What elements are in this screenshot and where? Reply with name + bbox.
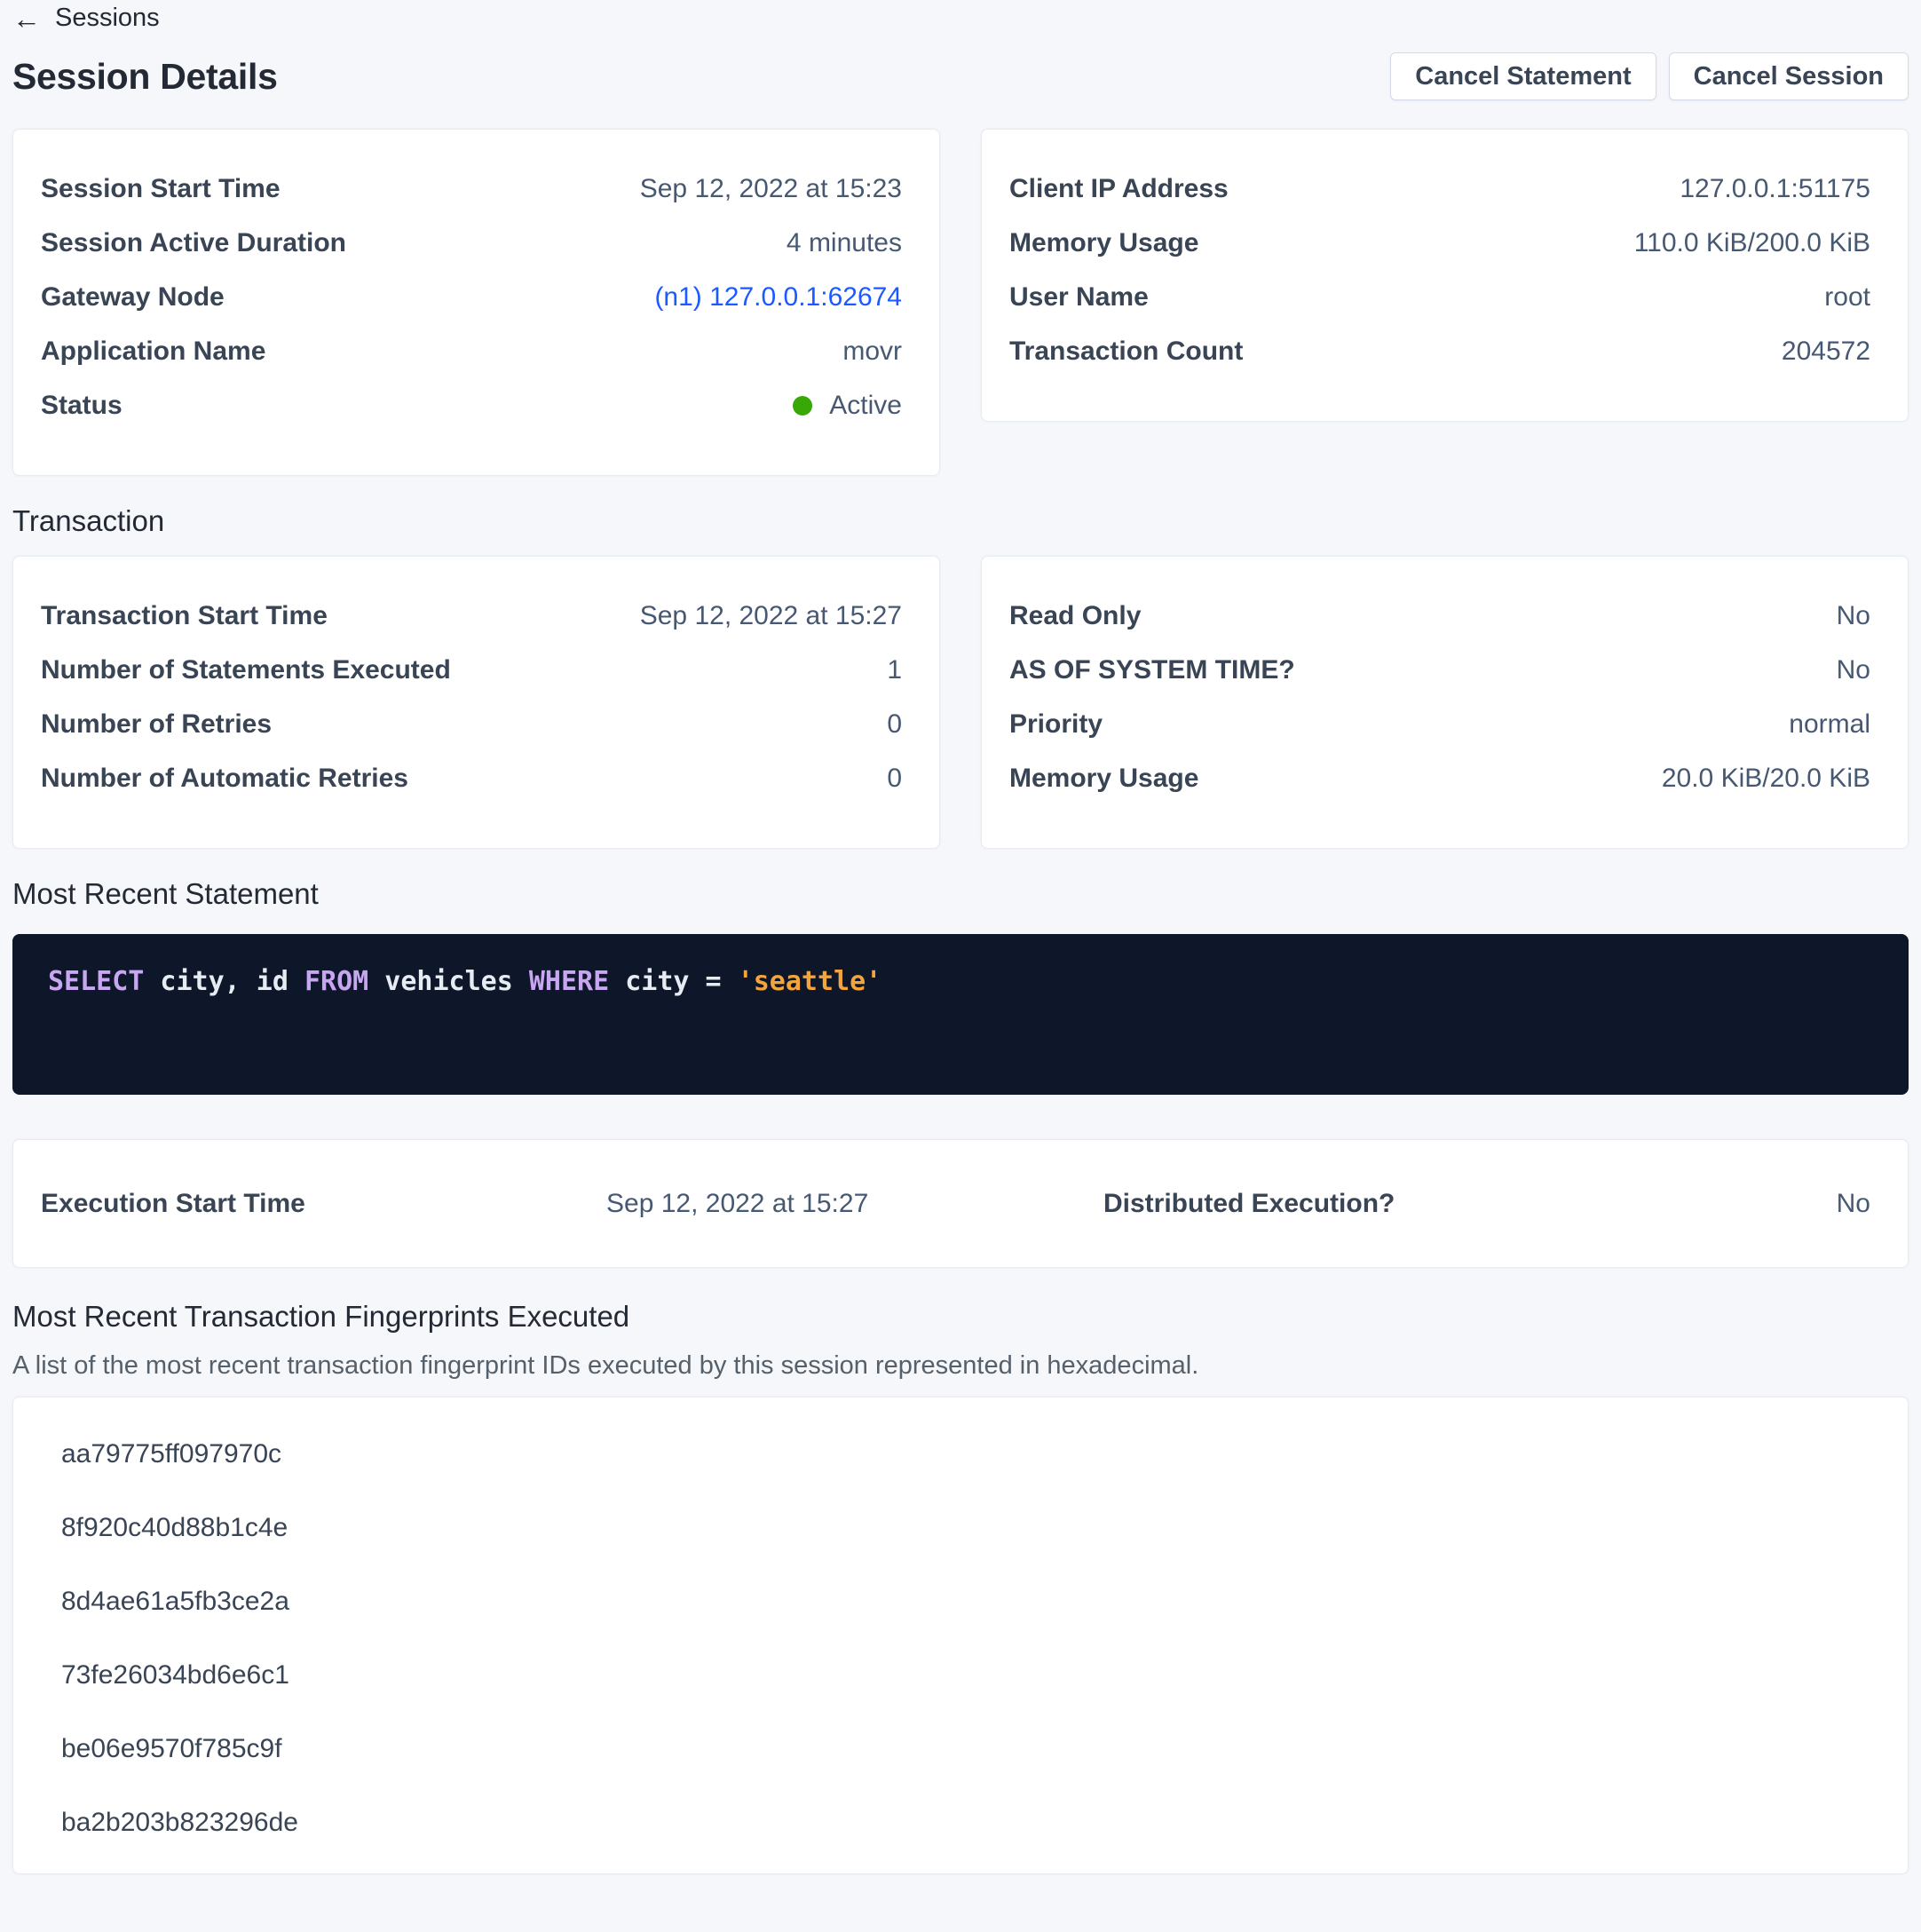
gateway-node-link[interactable]: (n1) 127.0.0.1:62674 (654, 282, 902, 313)
row-value: Sep 12, 2022 at 15:23 (640, 174, 902, 204)
session-active-duration-row: Session Active Duration 4 minutes (41, 216, 902, 270)
execution-start-time-value: Sep 12, 2022 at 15:27 (606, 1189, 1103, 1219)
sql-text: city, id (144, 966, 304, 997)
row-value: movr (842, 337, 902, 367)
txn-memory-usage-row: Memory Usage 20.0 KiB/20.0 KiB (1009, 751, 1870, 805)
row-value: 20.0 KiB/20.0 KiB (1662, 764, 1870, 794)
row-value: 4 minutes (787, 228, 902, 258)
session-details-page: ← Sessions Session Details Cancel Statem… (0, 0, 1921, 1874)
transaction-card-right: Read Only No AS OF SYSTEM TIME? No Prior… (981, 556, 1909, 849)
fingerprints-card: aa79775ff097970c 8f920c40d88b1c4e 8d4ae6… (12, 1397, 1909, 1874)
statements-executed-row: Number of Statements Executed 1 (41, 643, 902, 697)
fingerprint-item: aa79775ff097970c (13, 1417, 1908, 1491)
read-only-row: Read Only No (1009, 589, 1870, 643)
row-value: normal (1789, 709, 1870, 740)
fingerprints-subtitle: A list of the most recent transaction fi… (12, 1351, 1909, 1381)
row-label: Priority (1009, 709, 1103, 740)
fingerprint-item: ba2b203b823296de (13, 1786, 1908, 1859)
transaction-start-time-row: Transaction Start Time Sep 12, 2022 at 1… (41, 589, 902, 643)
sql-statement-code: SELECT city, id FROM vehicles WHERE city… (48, 964, 1873, 999)
title-row: Session Details Cancel Statement Cancel … (12, 52, 1909, 100)
session-start-time-row: Session Start Time Sep 12, 2022 at 15:23 (41, 162, 902, 216)
row-label: Status (41, 391, 123, 421)
row-label: Transaction Count (1009, 337, 1243, 367)
page-title: Session Details (12, 56, 278, 98)
sql-keyword: SELECT (48, 966, 144, 997)
transaction-card-left: Transaction Start Time Sep 12, 2022 at 1… (12, 556, 940, 849)
row-value: Sep 12, 2022 at 15:27 (640, 601, 902, 631)
session-summary-grid: Session Start Time Sep 12, 2022 at 15:23… (12, 129, 1909, 476)
row-value: root (1824, 282, 1870, 313)
row-label: Read Only (1009, 601, 1141, 631)
as-of-system-time-row: AS OF SYSTEM TIME? No (1009, 643, 1870, 697)
row-label: Transaction Start Time (41, 601, 328, 631)
execution-start-time-label: Execution Start Time (41, 1189, 606, 1219)
row-value: 0 (887, 764, 902, 794)
row-label: Memory Usage (1009, 764, 1198, 794)
status-value: Active (829, 391, 902, 421)
row-label: User Name (1009, 282, 1149, 313)
status-active-dot-icon (793, 396, 812, 416)
gateway-node-row: Gateway Node (n1) 127.0.0.1:62674 (41, 270, 902, 324)
user-name-row: User Name root (1009, 270, 1870, 324)
priority-row: Priority normal (1009, 697, 1870, 751)
transaction-grid: Transaction Start Time Sep 12, 2022 at 1… (12, 556, 1909, 849)
row-value: 110.0 KiB/200.0 KiB (1634, 228, 1870, 258)
cancel-session-button[interactable]: Cancel Session (1669, 52, 1909, 100)
fingerprint-item: be06e9570f785c9f (13, 1712, 1908, 1786)
row-value: 1 (887, 655, 902, 685)
fingerprints-section-title: Most Recent Transaction Fingerprints Exe… (12, 1300, 1909, 1334)
distributed-execution-label: Distributed Execution? (1103, 1189, 1395, 1219)
row-label: Client IP Address (1009, 174, 1229, 204)
row-label: Number of Statements Executed (41, 655, 451, 685)
sql-keyword: WHERE (529, 966, 609, 997)
sql-statement-box: SELECT city, id FROM vehicles WHERE city… (12, 934, 1909, 1095)
row-value: No (1837, 601, 1870, 631)
application-name-row: Application Name movr (41, 324, 902, 378)
back-link-label[interactable]: Sessions (55, 4, 160, 33)
session-summary-card-right: Client IP Address 127.0.0.1:51175 Memory… (981, 129, 1909, 422)
execution-summary-card: Execution Start Time Sep 12, 2022 at 15:… (12, 1139, 1909, 1268)
row-label: Session Active Duration (41, 228, 346, 258)
fingerprint-item: 73fe26034bd6e6c1 (13, 1638, 1908, 1712)
back-link[interactable]: ← Sessions (12, 0, 1909, 33)
row-label: Gateway Node (41, 282, 225, 313)
row-label: Application Name (41, 337, 265, 367)
client-ip-row: Client IP Address 127.0.0.1:51175 (1009, 162, 1870, 216)
status-row: Status Active (41, 378, 902, 432)
sql-text: city = (609, 966, 738, 997)
status-badge: Active (793, 391, 902, 421)
session-summary-card-left: Session Start Time Sep 12, 2022 at 15:23… (12, 129, 940, 476)
sql-keyword: FROM (304, 966, 368, 997)
sql-string-literal: 'seattle' (738, 966, 882, 997)
retries-row: Number of Retries 0 (41, 697, 902, 751)
row-value: No (1837, 655, 1870, 685)
row-value: 204572 (1782, 337, 1870, 367)
row-label: AS OF SYSTEM TIME? (1009, 655, 1295, 685)
row-label: Session Start Time (41, 174, 281, 204)
row-value: 127.0.0.1:51175 (1680, 174, 1870, 204)
row-label: Number of Retries (41, 709, 272, 740)
transaction-section-title: Transaction (12, 504, 1909, 538)
header-actions: Cancel Statement Cancel Session (1390, 52, 1909, 100)
fingerprint-item: 8f920c40d88b1c4e (13, 1491, 1908, 1564)
memory-usage-row: Memory Usage 110.0 KiB/200.0 KiB (1009, 216, 1870, 270)
row-label: Number of Automatic Retries (41, 764, 408, 794)
row-label: Memory Usage (1009, 228, 1198, 258)
back-arrow-icon[interactable]: ← (12, 4, 41, 33)
cancel-statement-button[interactable]: Cancel Statement (1390, 52, 1656, 100)
fingerprint-item: 8d4ae61a5fb3ce2a (13, 1564, 1908, 1638)
row-value: 0 (887, 709, 902, 740)
transaction-count-row: Transaction Count 204572 (1009, 324, 1870, 378)
statement-section-title: Most Recent Statement (12, 877, 1909, 911)
sql-text: vehicles (368, 966, 529, 997)
distributed-execution-value: No (1395, 1189, 1870, 1219)
automatic-retries-row: Number of Automatic Retries 0 (41, 751, 902, 805)
